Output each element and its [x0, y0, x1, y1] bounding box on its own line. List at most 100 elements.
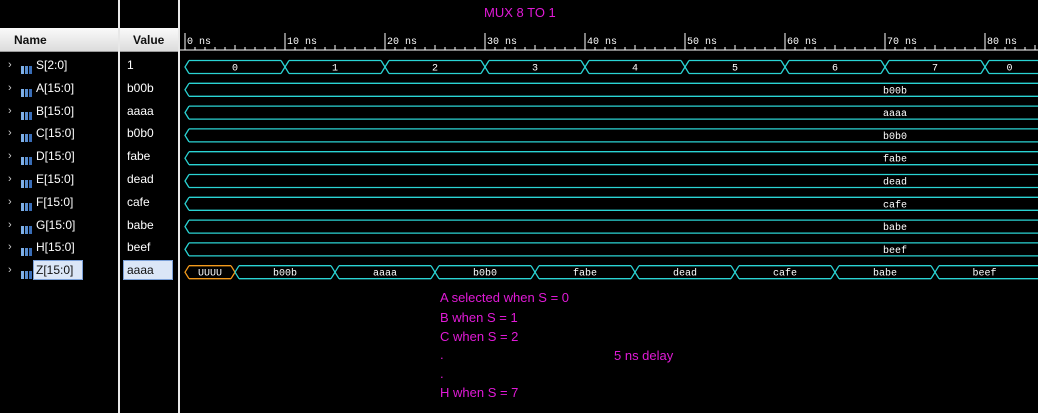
- signal-value: b0b0: [127, 126, 154, 141]
- time-tick-label: 30 ns: [487, 37, 517, 48]
- signal-value: fabe: [127, 149, 151, 164]
- bus-value-label: UUUU: [198, 269, 222, 280]
- annotation-a-selected: A selected when S = 0: [440, 290, 570, 305]
- value-panel: Value 1 b00b aaaa b0b0 fabe dead cafe babe beef a…: [120, 0, 178, 413]
- chevron-right-icon[interactable]: ›: [8, 122, 16, 144]
- signal-value: b00b: [127, 80, 154, 95]
- annotation-delay: 5 ns delay: [614, 348, 674, 363]
- bus-segment: [184, 173, 1038, 189]
- bus-signal-icon: [21, 265, 33, 287]
- signal-waveform[interactable]: aaaa: [184, 105, 1038, 120]
- signal-waveform[interactable]: dead: [184, 173, 1038, 189]
- time-tick-label: 80 ns: [987, 37, 1017, 48]
- bus-value-label: b0b0: [883, 131, 907, 143]
- bus-value-label: 7: [932, 64, 938, 75]
- signal-value: aaaa: [127, 263, 154, 278]
- signal-name: E[15:0]: [36, 172, 75, 186]
- signal-row[interactable]: › H[15:0]: [0, 236, 118, 258]
- annotation-dot-2: .: [440, 366, 444, 381]
- signal-value: beef: [127, 240, 151, 255]
- chevron-right-icon[interactable]: ›: [8, 191, 16, 213]
- time-tick-label: 0 ns: [187, 37, 211, 48]
- annotation-h: H when S = 7: [440, 385, 519, 400]
- time-tick-label: 10 ns: [287, 37, 317, 48]
- signal-value: babe: [127, 217, 154, 232]
- signal-waveform[interactable]: UUUU b00b aaaa b0b0 fabe dead cafe babe beef: [184, 265, 1038, 280]
- signal-name: S[2:0]: [36, 58, 68, 72]
- bus-value-label: beef: [883, 245, 907, 257]
- signal-row[interactable]: › G[15:0]: [0, 214, 118, 236]
- time-ruler[interactable]: 0 ns 10 ns 20 ns 30 ns 40 ns 50 ns 60 ns 70 ns 8…: [180, 33, 1038, 51]
- signal-name: G[15:0]: [36, 217, 76, 232]
- signal-waveform[interactable]: 0 1 2 3 4 5 6 7 0: [184, 59, 1038, 75]
- signal-name: A[15:0]: [36, 80, 75, 95]
- bus-segment: [184, 82, 1038, 97]
- signal-row[interactable]: › B[15:0]: [0, 100, 118, 122]
- bus-segment: [184, 128, 1038, 143]
- bus-value-label: beef: [972, 268, 996, 280]
- bus-segment: [184, 219, 1038, 234]
- signal-name: C[15:0]: [36, 126, 75, 141]
- bus-value-label: dead: [673, 268, 697, 280]
- signal-value: aaaa: [127, 103, 154, 118]
- signal-row[interactable]: › S[2:0]: [0, 54, 118, 76]
- signal-row[interactable]: › D[15:0]: [0, 145, 118, 167]
- time-tick-label: 20 ns: [387, 37, 417, 48]
- time-tick-label: 70 ns: [887, 37, 917, 48]
- bus-value-label: 2: [432, 64, 438, 75]
- name-column-header[interactable]: Name: [0, 28, 118, 52]
- bus-segment: [184, 242, 1038, 257]
- signal-waveform[interactable]: babe: [184, 219, 1038, 234]
- page-title: MUX 8 TO 1: [484, 5, 556, 20]
- name-panel: Name › S[2:0] › A[15:0] › B[15:0] › C[15:0] › D[1…: [0, 0, 118, 413]
- bus-value-label: fabe: [883, 154, 907, 166]
- chevron-right-icon[interactable]: ›: [8, 145, 16, 167]
- bus-value-label: 6: [832, 64, 838, 75]
- signal-waveform[interactable]: b00b: [184, 82, 1038, 97]
- signal-waveform[interactable]: beef: [184, 242, 1038, 257]
- bus-value-label: 1: [332, 64, 338, 75]
- signal-name: Z[15:0]: [36, 263, 74, 278]
- annotation-b: B when S = 1: [440, 310, 518, 325]
- chevron-right-icon[interactable]: ›: [8, 214, 16, 236]
- bus-value-label: 5: [732, 64, 738, 75]
- signal-waveform[interactable]: cafe: [184, 196, 1038, 211]
- signal-value: cafe: [127, 194, 150, 209]
- annotation-c: C when S = 2: [440, 329, 519, 344]
- signal-row[interactable]: › A[15:0]: [0, 77, 118, 99]
- bus-value-label: babe: [873, 268, 897, 280]
- annotation-dot-1: .: [440, 347, 444, 362]
- signal-name: F[15:0]: [36, 194, 74, 209]
- chevron-right-icon[interactable]: ›: [8, 236, 16, 258]
- bus-value-label: 0: [1006, 64, 1012, 75]
- signal-name: B[15:0]: [36, 103, 75, 118]
- signal-row[interactable]: › Z[15:0]: [0, 259, 118, 281]
- signal-row[interactable]: › C[15:0]: [0, 122, 118, 144]
- bus-value-label: aaaa: [373, 269, 397, 280]
- bus-value-label: b0b0: [473, 268, 497, 280]
- bus-value-label: b00b: [883, 85, 907, 97]
- chevron-right-icon[interactable]: ›: [8, 168, 16, 190]
- waveform-view[interactable]: 0 ns 10 ns 20 ns 30 ns 40 ns 50 ns 60 ns 70 ns 8…: [180, 0, 1038, 413]
- bus-value-label: b00b: [273, 268, 297, 280]
- signal-row[interactable]: › E[15:0]: [0, 168, 118, 190]
- signal-name: H[15:0]: [36, 240, 75, 255]
- signal-waveform[interactable]: b0b0: [184, 128, 1038, 143]
- chevron-right-icon[interactable]: ›: [8, 54, 16, 76]
- time-tick-label: 40 ns: [587, 37, 617, 48]
- bus-value-label: 0: [232, 64, 238, 75]
- chevron-right-icon[interactable]: ›: [8, 100, 16, 122]
- chevron-right-icon[interactable]: ›: [8, 259, 16, 281]
- bus-value-label: 3: [532, 64, 538, 75]
- value-column-header[interactable]: Value: [120, 28, 178, 52]
- chevron-right-icon[interactable]: ›: [8, 77, 16, 99]
- bus-value-label: aaaa: [883, 109, 907, 120]
- bus-segment: [184, 105, 1038, 120]
- signal-waveform[interactable]: fabe: [184, 151, 1038, 166]
- signal-row[interactable]: › F[15:0]: [0, 191, 118, 213]
- signal-name: D[15:0]: [36, 149, 75, 164]
- bus-value-label: 4: [632, 64, 638, 75]
- bus-value-label: babe: [883, 222, 907, 234]
- bus-value-label: fabe: [573, 268, 597, 280]
- bus-value-label: cafe: [773, 268, 797, 280]
